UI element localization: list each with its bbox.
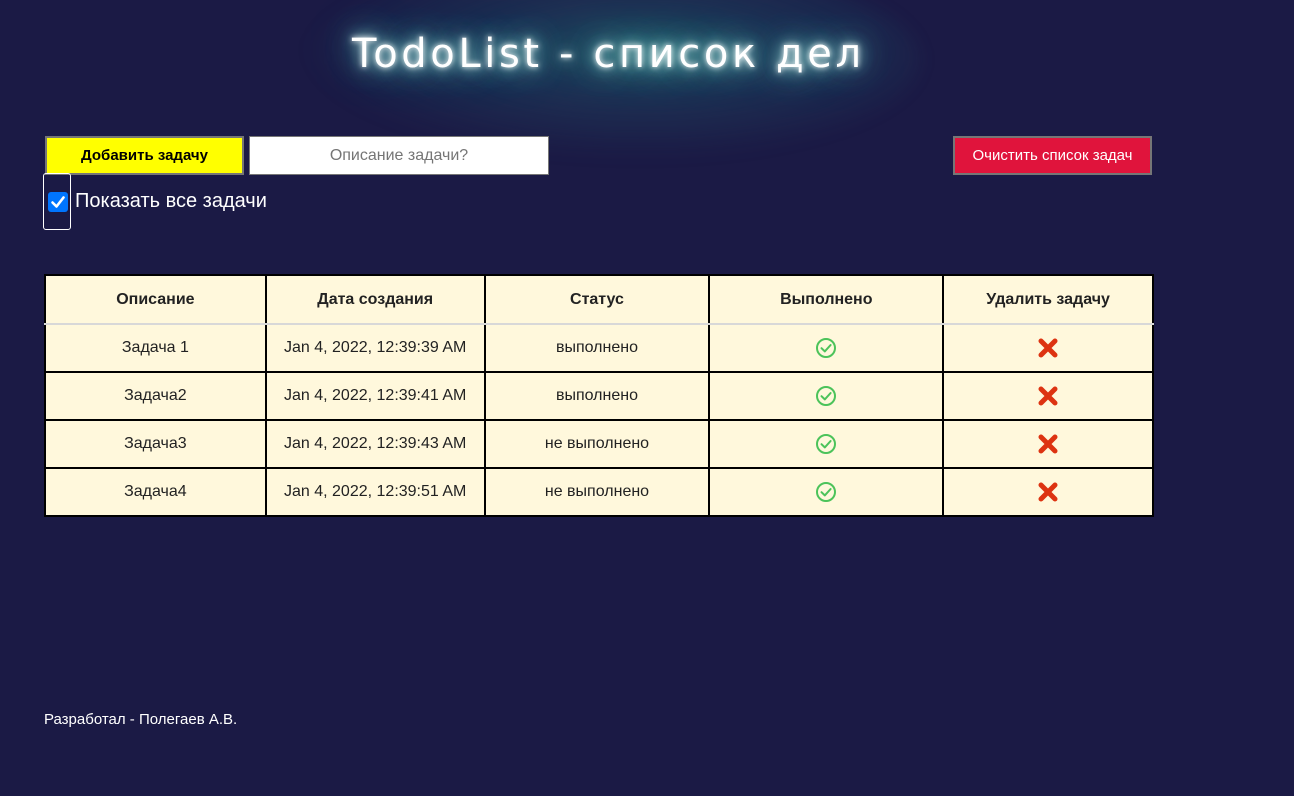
check-circle-icon[interactable] bbox=[815, 337, 837, 359]
task-delete-cell bbox=[942, 467, 1154, 517]
table-row: Задача2 Jan 4, 2022, 12:39:41 AM выполнено bbox=[44, 371, 1154, 421]
table-header-row: Описание Дата создания Статус Выполнено … bbox=[44, 274, 1154, 325]
task-status: выполнено bbox=[483, 371, 711, 421]
task-description: Задача4 bbox=[44, 467, 267, 517]
add-task-button[interactable]: Добавить задачу bbox=[45, 136, 244, 175]
task-done-cell bbox=[708, 323, 945, 373]
tasks-table-body: Задача 1 Jan 4, 2022, 12:39:39 AM выполнен… bbox=[44, 323, 1154, 517]
show-all-checkbox-frame bbox=[43, 173, 71, 230]
cross-mark-icon[interactable] bbox=[1037, 433, 1059, 455]
task-description: Задача 1 bbox=[44, 323, 267, 373]
checkmark-icon bbox=[51, 196, 65, 208]
column-header-delete: Удалить задачу bbox=[942, 274, 1154, 325]
task-created-date: Jan 4, 2022, 12:39:41 AM bbox=[264, 371, 486, 421]
show-all-checkbox[interactable] bbox=[48, 192, 68, 212]
page: TodoList - список дел Добавить задачу Оч… bbox=[0, 0, 1294, 796]
task-done-cell bbox=[708, 467, 945, 517]
task-description-input[interactable] bbox=[249, 136, 549, 175]
clear-list-button[interactable]: Очистить список задач bbox=[953, 136, 1152, 175]
task-delete-cell bbox=[942, 323, 1154, 373]
footer-credits: Разработал - Полегаев А.В. bbox=[44, 711, 238, 728]
task-delete-cell bbox=[942, 419, 1154, 469]
table-row: Задача3 Jan 4, 2022, 12:39:43 AM не выполн… bbox=[44, 419, 1154, 469]
task-description: Задача3 bbox=[44, 419, 267, 469]
column-header-done: Выполнено bbox=[708, 274, 945, 325]
show-all-label[interactable]: Показать все задачи bbox=[75, 190, 267, 213]
task-created-date: Jan 4, 2022, 12:39:39 AM bbox=[264, 323, 486, 373]
column-header-created: Дата создания bbox=[264, 274, 486, 325]
table-row: Задача 1 Jan 4, 2022, 12:39:39 AM выполнен… bbox=[44, 323, 1154, 373]
task-done-cell bbox=[708, 419, 945, 469]
check-circle-icon[interactable] bbox=[815, 481, 837, 503]
cross-mark-icon[interactable] bbox=[1037, 337, 1059, 359]
page-title: TodoList - список дел bbox=[352, 31, 865, 77]
tasks-table: Описание Дата создания Статус Выполнено … bbox=[44, 274, 1154, 517]
check-circle-icon[interactable] bbox=[815, 385, 837, 407]
task-done-cell bbox=[708, 371, 945, 421]
task-created-date: Jan 4, 2022, 12:39:51 AM bbox=[264, 467, 486, 517]
task-status: не выполнено bbox=[483, 467, 711, 517]
task-status: не выполнено bbox=[483, 419, 711, 469]
column-header-description: Описание bbox=[44, 274, 267, 325]
column-header-status: Статус bbox=[483, 274, 711, 325]
table-row: Задача4 Jan 4, 2022, 12:39:51 AM не выполн… bbox=[44, 467, 1154, 517]
task-description: Задача2 bbox=[44, 371, 267, 421]
cross-mark-icon[interactable] bbox=[1037, 385, 1059, 407]
cross-mark-icon[interactable] bbox=[1037, 481, 1059, 503]
task-status: выполнено bbox=[483, 323, 711, 373]
task-delete-cell bbox=[942, 371, 1154, 421]
check-circle-icon[interactable] bbox=[815, 433, 837, 455]
task-created-date: Jan 4, 2022, 12:39:43 AM bbox=[264, 419, 486, 469]
